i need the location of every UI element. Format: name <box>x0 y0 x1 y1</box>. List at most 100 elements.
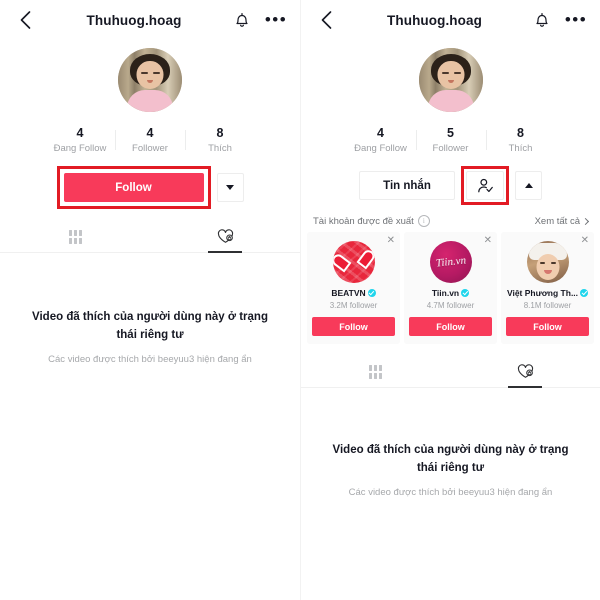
bell-icon[interactable] <box>532 10 552 30</box>
suggested-accounts-panel: Tài khoản được đề xuất i Xem tất cả ✕ BE… <box>301 215 600 344</box>
verified-badge-icon <box>580 289 589 297</box>
back-icon[interactable] <box>14 9 36 31</box>
empty-state-right: Video đã thích của người dùng này ở trạn… <box>301 442 600 498</box>
close-icon[interactable]: ✕ <box>387 236 395 246</box>
account-followers: 3.2M follower <box>329 301 378 310</box>
more-dots-icon[interactable]: ••• <box>264 10 288 30</box>
avatar-eye-left <box>441 72 449 74</box>
back-icon[interactable] <box>315 9 337 31</box>
avatar[interactable] <box>118 48 182 112</box>
stat-followers[interactable]: 5 Follower <box>415 126 486 154</box>
stat-label: Thích <box>508 143 533 154</box>
page-title: Thuhuog.hoag <box>86 12 182 28</box>
avatar[interactable] <box>418 48 483 112</box>
avatar-face <box>136 61 164 89</box>
stat-value: 4 <box>76 126 84 140</box>
account-avatar[interactable]: Tiin.vn <box>429 241 472 283</box>
follow-button[interactable]: Follow <box>63 173 204 202</box>
tab-videos[interactable] <box>301 356 451 387</box>
stat-value: 5 <box>447 126 454 140</box>
stat-value: 4 <box>146 126 154 140</box>
stats-row-right: 4 Đang Follow 5 Follower 8 Thích <box>301 126 600 154</box>
verified-badge-icon <box>367 289 376 297</box>
suggested-accounts-header: Tài khoản được đề xuất i Xem tất cả <box>301 215 600 232</box>
more-dots-glyph: ••• <box>264 10 288 29</box>
stat-value: 8 <box>517 126 524 140</box>
account-name: Tiin.vn <box>431 288 460 298</box>
stat-likes[interactable]: 8 Thích <box>485 126 556 154</box>
person-check-highlight <box>461 166 509 205</box>
account-name: BEATVN <box>331 288 366 298</box>
stats-row-left: 4 Đang Follow 4 Follower 8 Thích <box>0 126 300 154</box>
heart-lock-icon <box>517 364 533 378</box>
account-avatar[interactable] <box>332 241 375 283</box>
action-row-right: Tin nhắn <box>301 166 600 205</box>
account-avatar[interactable] <box>526 241 569 283</box>
header-right: Thuhuog.hoag ••• <box>301 0 600 40</box>
avatar-container-left <box>0 48 300 112</box>
tab-liked[interactable] <box>451 356 600 388</box>
stat-label: Follower <box>432 143 469 154</box>
more-dots-glyph: ••• <box>564 10 588 29</box>
profile-dropdown-button[interactable] <box>216 173 244 202</box>
suggested-account-card[interactable]: ✕ Việt Phương Th... 8.1M follower Follow <box>501 232 594 344</box>
see-all-label: Xem tất cả <box>534 215 580 227</box>
avatar-body <box>127 90 173 112</box>
avatar-eye-right <box>453 72 461 74</box>
avatar-eye-right <box>153 72 160 74</box>
stat-likes[interactable]: 8 Thích <box>185 126 255 154</box>
account-followers: 4.7M follower <box>426 301 475 310</box>
suggested-account-card[interactable]: ✕ BEATVN 3.2M follower Follow <box>307 232 400 344</box>
message-button[interactable]: Tin nhắn <box>359 171 455 200</box>
tab-bar-right <box>301 356 600 388</box>
more-dots-icon[interactable]: ••• <box>564 10 588 30</box>
profile-dropdown-button[interactable] <box>515 171 542 200</box>
person-check-icon <box>477 178 493 192</box>
card-follow-button[interactable]: Follow <box>506 317 589 336</box>
empty-subtitle: Các video được thích bởi beeyuu3 hiện đa… <box>348 486 553 498</box>
stat-value: 4 <box>377 126 384 140</box>
empty-state-left: Video đã thích của người dùng này ở trạn… <box>0 309 300 365</box>
screen-right: Thuhuog.hoag ••• 4 Đang Follow 5 Followe… <box>300 0 600 600</box>
card-follow-button[interactable]: Follow <box>312 317 395 336</box>
account-followers: 8.1M follower <box>523 301 572 310</box>
avatar-face <box>536 254 559 280</box>
card-follow-button[interactable]: Follow <box>409 317 492 336</box>
tab-videos[interactable] <box>0 221 150 252</box>
avatar-container-right <box>301 48 600 112</box>
action-row-left: Follow <box>0 166 300 209</box>
stat-followers[interactable]: 4 Follower <box>115 126 185 154</box>
stat-value: 8 <box>216 126 224 140</box>
empty-subtitle: Các video được thích bởi beeyuu3 hiện đa… <box>48 353 252 365</box>
stat-label: Đang Follow <box>354 143 407 154</box>
follow-button-highlight: Follow <box>56 166 211 209</box>
header-actions-left: ••• <box>232 10 286 30</box>
empty-title: Video đã thích của người dùng này ở trạn… <box>32 311 268 341</box>
empty-title: Video đã thích của người dùng này ở trạn… <box>332 444 569 474</box>
see-all-link[interactable]: Xem tất cả <box>534 215 590 227</box>
close-icon[interactable]: ✕ <box>484 236 492 246</box>
avatar-eye-right <box>550 262 556 264</box>
avatar-eye-left <box>141 72 148 74</box>
stat-label: Thích <box>208 143 232 154</box>
suggested-accounts-title-wrap: Tài khoản được đề xuất i <box>313 215 430 227</box>
stat-following[interactable]: 4 Đang Follow <box>45 126 115 154</box>
header-left: Thuhuog.hoag ••• <box>0 0 300 40</box>
tab-active-underline <box>208 251 242 253</box>
account-name-row: Tiin.vn <box>409 288 492 298</box>
stat-following[interactable]: 4 Đang Follow <box>346 126 416 154</box>
tab-liked[interactable] <box>150 221 300 253</box>
tiin-wordmark: Tiin.vn <box>434 254 467 270</box>
stat-label: Đang Follow <box>53 143 107 154</box>
tab-bar-left <box>0 221 300 253</box>
account-name-row: BEATVN <box>312 288 395 298</box>
account-name-row: Việt Phương Th... <box>506 288 589 298</box>
bell-icon[interactable] <box>232 10 252 30</box>
suggested-accounts-toggle-button[interactable] <box>466 171 504 200</box>
suggested-account-card[interactable]: ✕ Tiin.vn Tiin.vn 4.7M follower Follow <box>404 232 497 344</box>
info-icon[interactable]: i <box>417 215 430 227</box>
close-icon[interactable]: ✕ <box>581 236 589 246</box>
suggested-accounts-title: Tài khoản được đề xuất <box>313 215 414 227</box>
verified-badge-icon <box>461 289 470 297</box>
screen-left: Thuhuog.hoag ••• 4 Đang Follow 4 Followe… <box>0 0 300 600</box>
